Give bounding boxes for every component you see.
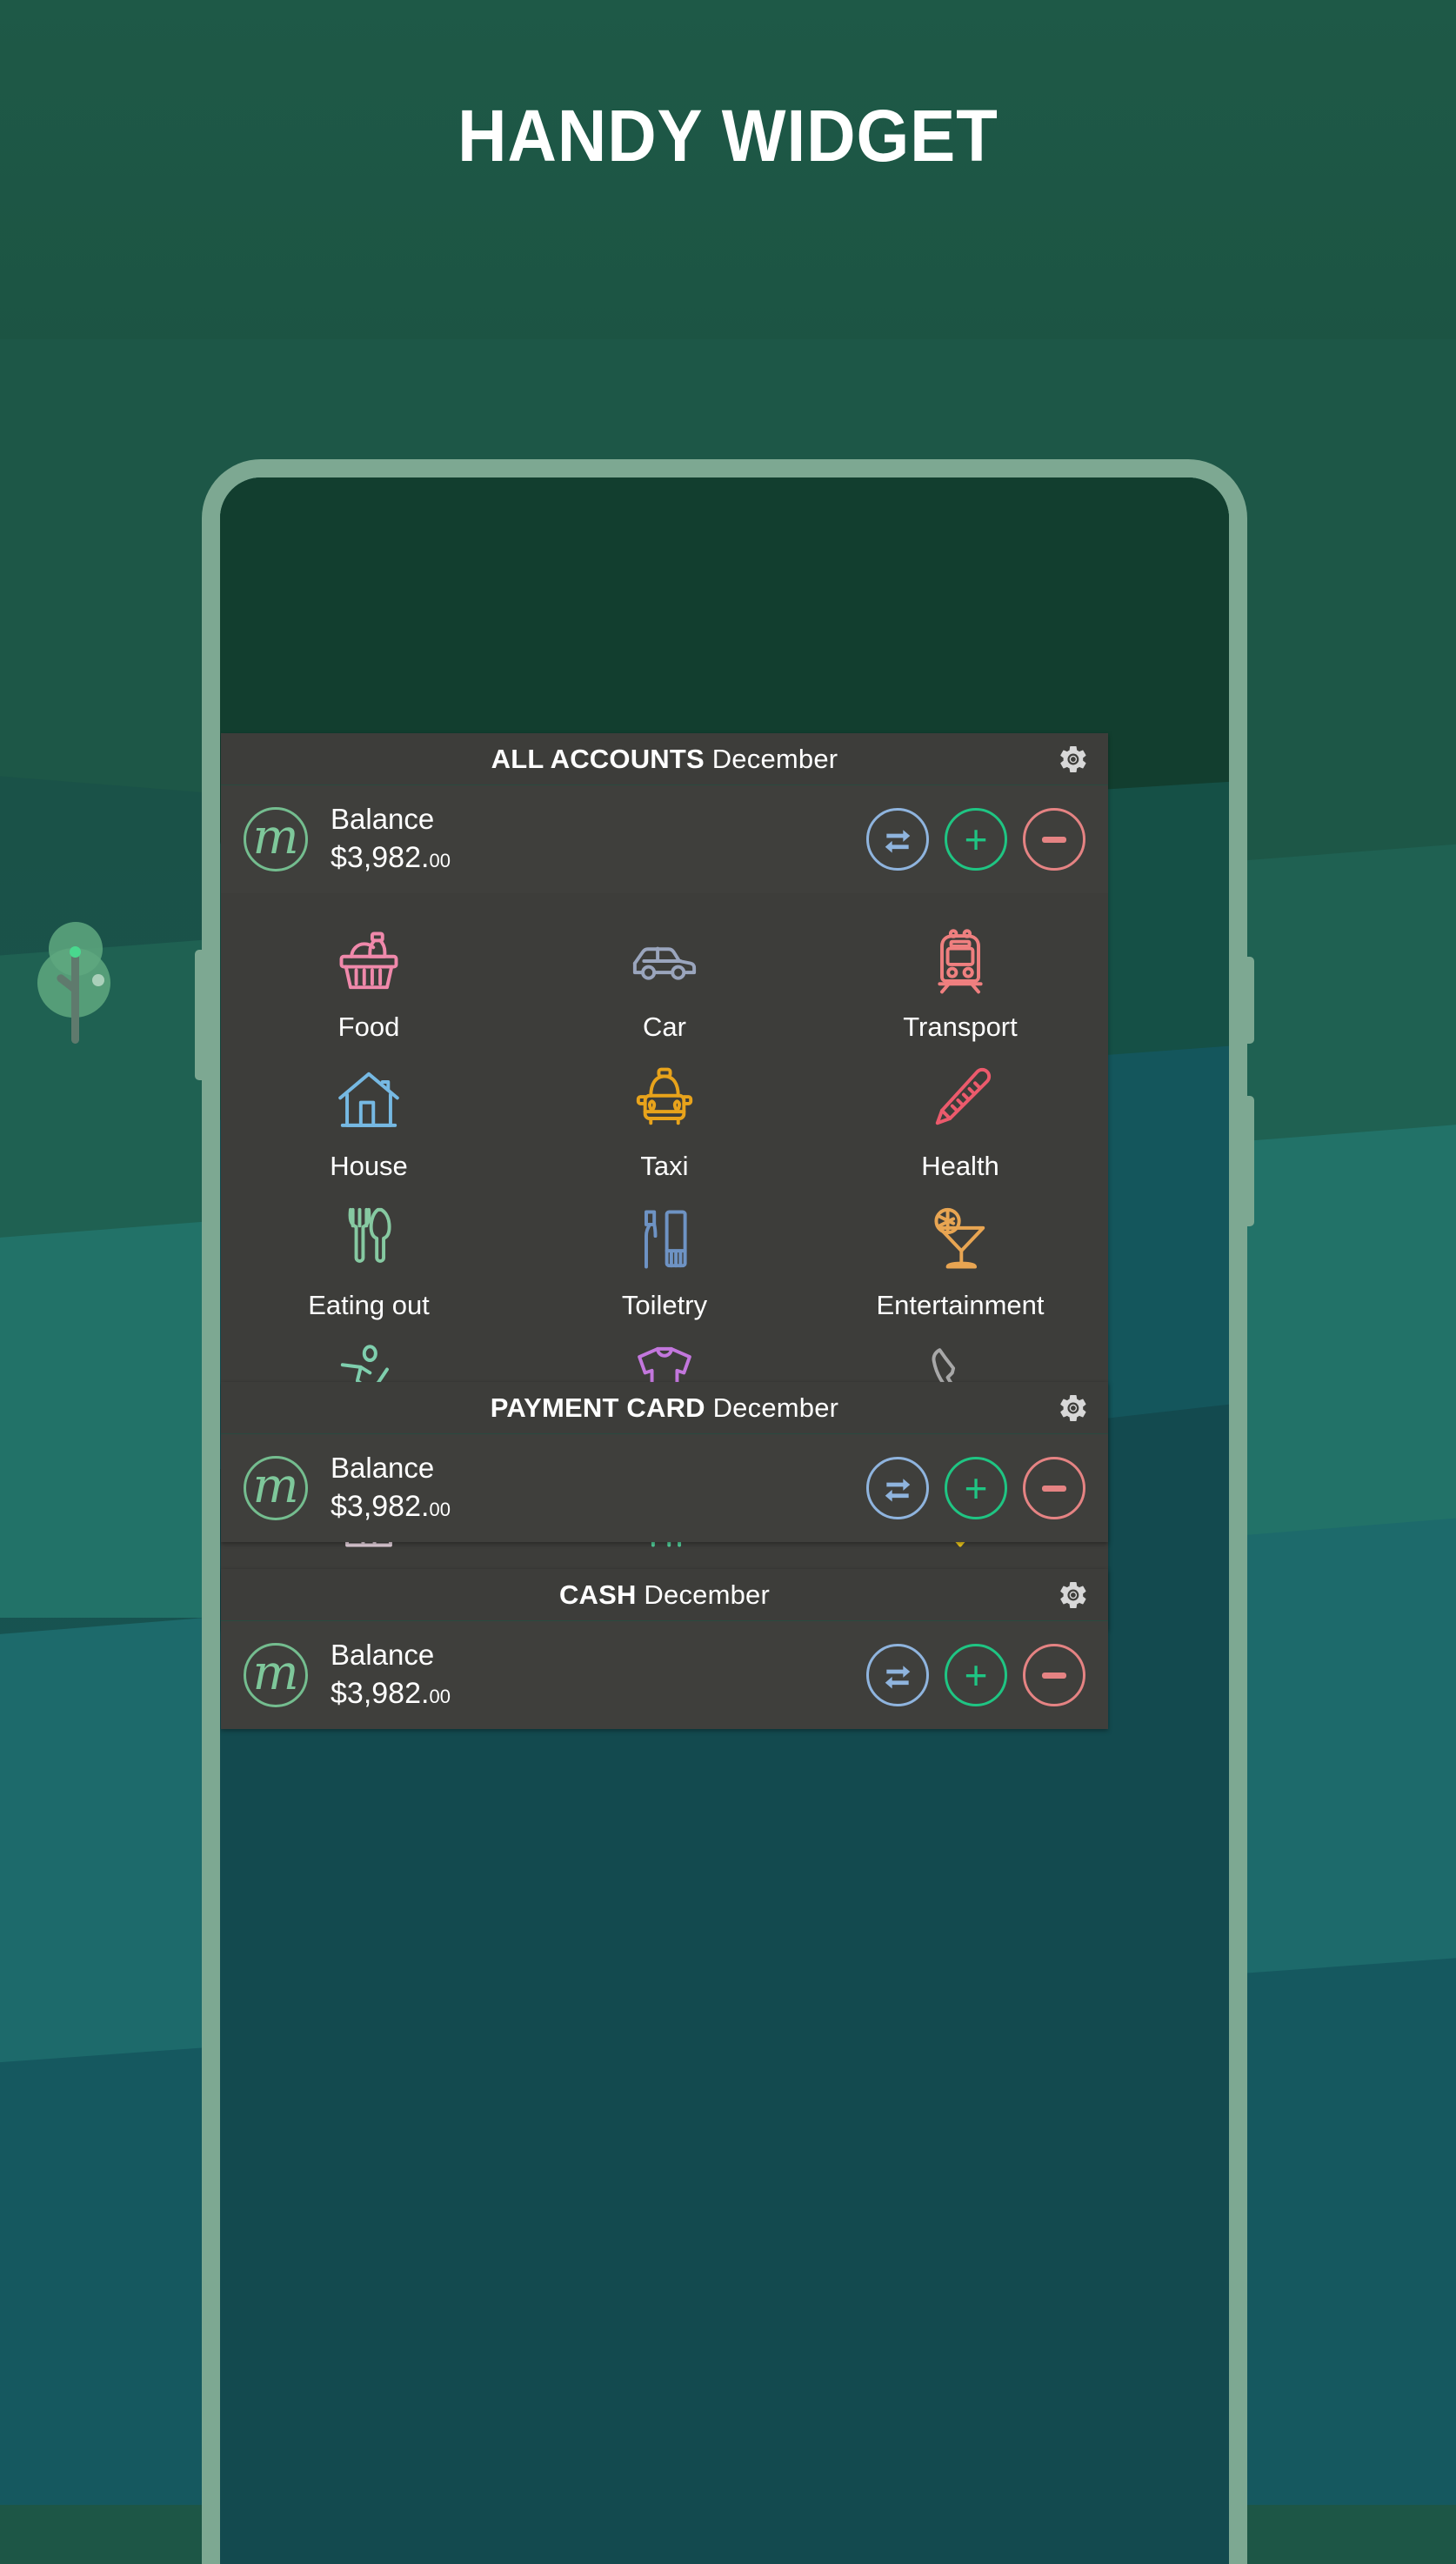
balance-amount-main: $3,982.	[331, 1676, 430, 1710]
balance-amount-main: $3,982.	[331, 840, 430, 874]
phone-screen: ALL ACCOUNTS December m Balance $3,982.0…	[220, 477, 1229, 2564]
widget-account-name: ALL ACCOUNTS	[491, 743, 705, 774]
logo-letter: m	[252, 809, 299, 865]
balance-amount-cents: 00	[429, 849, 451, 871]
tree-trunk	[71, 946, 79, 1044]
category-car[interactable]: Car	[517, 912, 812, 1052]
plus-icon: +	[964, 1652, 988, 1698]
widget-balance-row: m Balance $3,982.00 +	[221, 1434, 1108, 1542]
balance-amount: $3,982.00	[331, 1675, 866, 1713]
monefy-logo-icon: m	[244, 807, 308, 871]
widget-balance-row: m Balance $3,982.00 +	[221, 1621, 1108, 1729]
category-label: Entertainment	[876, 1290, 1045, 1320]
expense-button[interactable]	[1023, 1644, 1085, 1706]
category-eating-out[interactable]: Eating out	[221, 1191, 517, 1330]
widget-actions: +	[866, 1644, 1085, 1706]
balance-amount-cents: 00	[429, 1685, 451, 1707]
logo-letter: m	[252, 1645, 299, 1701]
expense-button[interactable]	[1023, 1457, 1085, 1519]
house-icon	[332, 1064, 405, 1137]
category-taxi[interactable]: Taxi	[517, 1052, 812, 1191]
tram-icon	[924, 925, 997, 998]
minus-icon	[1042, 1672, 1066, 1679]
income-button[interactable]: +	[945, 1457, 1007, 1519]
widget-header: PAYMENT CARD December	[221, 1382, 1108, 1434]
transfer-button[interactable]	[866, 808, 929, 871]
widget-payment-card: PAYMENT CARD December m Balance $3,982.0…	[221, 1382, 1108, 1542]
cocktail-icon	[924, 1203, 997, 1276]
logo-letter: m	[252, 1458, 299, 1514]
minus-icon	[1042, 1485, 1066, 1492]
category-label: Food	[337, 1012, 400, 1042]
widget-account-name: CASH	[558, 1579, 637, 1610]
fork-knife-icon	[332, 1203, 405, 1276]
monefy-logo-icon: m	[244, 1643, 308, 1707]
balance-text-group: Balance $3,982.00	[331, 803, 866, 876]
page-title: HANDY WIDGET	[458, 95, 998, 177]
widget-actions: +	[866, 1457, 1085, 1519]
category-house[interactable]: House	[221, 1052, 517, 1191]
balance-amount: $3,982.00	[331, 1488, 866, 1526]
category-transport[interactable]: Transport	[812, 912, 1108, 1052]
category-entertainment[interactable]: Entertainment	[812, 1191, 1108, 1330]
widget-month: December	[712, 1392, 839, 1423]
widget-balance-row: m Balance $3,982.00 +	[221, 785, 1108, 893]
category-label: Toiletry	[621, 1290, 708, 1320]
income-button[interactable]: +	[945, 808, 1007, 871]
category-toiletry[interactable]: Toiletry	[517, 1191, 812, 1330]
gear-icon[interactable]	[1058, 744, 1089, 775]
gear-icon[interactable]	[1058, 1579, 1089, 1611]
phone-device: ALL ACCOUNTS December m Balance $3,982.0…	[202, 459, 1247, 2564]
plus-icon: +	[964, 816, 988, 862]
category-label: Taxi	[640, 1151, 689, 1181]
toothbrush-icon	[628, 1203, 701, 1276]
category-health[interactable]: Health	[812, 1052, 1108, 1191]
transfer-button[interactable]	[866, 1644, 929, 1706]
basket-icon	[332, 925, 405, 998]
background-top-band	[0, 0, 1456, 361]
expense-button[interactable]	[1023, 808, 1085, 871]
gear-icon[interactable]	[1058, 1392, 1089, 1424]
tree-icon	[33, 922, 137, 1113]
balance-label: Balance	[331, 1638, 435, 1671]
widget-month: December	[711, 743, 838, 774]
widget-title: ALL ACCOUNTS December	[491, 744, 838, 775]
balance-amount-cents: 00	[429, 1498, 451, 1520]
widget-month: December	[644, 1579, 771, 1610]
widget-header: CASH December	[221, 1569, 1108, 1621]
balance-text-group: Balance $3,982.00	[331, 1639, 866, 1712]
widget-header: ALL ACCOUNTS December	[221, 733, 1108, 785]
category-label: Car	[643, 1012, 686, 1042]
widget-actions: +	[866, 808, 1085, 871]
category-label: House	[330, 1151, 408, 1181]
balance-amount-main: $3,982.	[331, 1489, 430, 1523]
category-food[interactable]: Food	[221, 912, 517, 1052]
balance-label: Balance	[331, 1451, 435, 1484]
tree-dot-bright	[70, 946, 81, 958]
plus-icon: +	[964, 1465, 988, 1511]
widget-cash: CASH December m Balance $3,982.00 +	[221, 1569, 1108, 1729]
minus-icon	[1042, 836, 1066, 843]
income-button[interactable]: +	[945, 1644, 1007, 1706]
thermometer-icon	[924, 1064, 997, 1137]
category-label: Transport	[903, 1012, 1018, 1042]
widget-account-name: PAYMENT CARD	[490, 1392, 705, 1423]
transfer-button[interactable]	[866, 1457, 929, 1519]
car-icon	[628, 925, 701, 998]
balance-text-group: Balance $3,982.00	[331, 1452, 866, 1525]
widget-title: PAYMENT CARD December	[491, 1392, 838, 1424]
category-label: Eating out	[308, 1290, 430, 1320]
tree-dot-light	[92, 974, 104, 986]
taxi-icon	[628, 1064, 701, 1137]
balance-amount: $3,982.00	[331, 839, 866, 877]
widget-title: CASH December	[559, 1579, 770, 1611]
balance-label: Balance	[331, 802, 435, 835]
category-label: Health	[921, 1151, 999, 1181]
monefy-logo-icon: m	[244, 1456, 308, 1520]
